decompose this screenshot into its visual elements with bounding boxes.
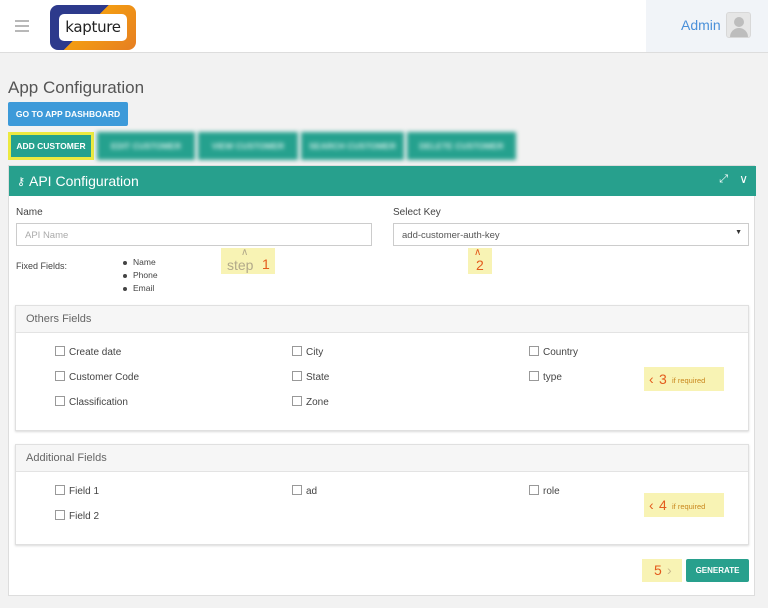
chevron-right-icon: ›	[667, 562, 672, 578]
panel-title: API Configuration	[29, 173, 139, 189]
select-key-dropdown[interactable]: add-customer-auth-key ▼	[393, 223, 749, 246]
expand-icon[interactable]: ⤢	[719, 173, 728, 186]
step-number: 5	[654, 562, 662, 578]
checkbox-classification[interactable]: Classification	[55, 396, 128, 408]
tab-add-customer[interactable]: ADD CUSTOMER	[8, 132, 94, 160]
step3-annotation: ‹ 3 if required	[644, 367, 724, 391]
checkbox-field-1[interactable]: Field 1	[55, 485, 99, 497]
step-word: step	[227, 257, 254, 273]
top-navbar: kapture Admin	[0, 0, 768, 53]
fixed-fields-label: Fixed Fields:	[16, 261, 68, 271]
select-key-value: add-customer-auth-key	[402, 230, 500, 241]
go-to-dashboard-button[interactable]: GO TO APP DASHBOARD	[8, 102, 128, 126]
checkbox-country[interactable]: Country	[529, 346, 578, 358]
checkbox-role[interactable]: role	[529, 485, 560, 497]
chevron-down-icon[interactable]: ∨	[739, 172, 748, 186]
avatar-icon[interactable]	[726, 12, 751, 38]
step-number: 3	[659, 371, 667, 387]
api-name-input[interactable]: API Name	[16, 223, 372, 246]
tab-delete-customer[interactable]: DELETE CUSTOMER	[407, 132, 516, 160]
panel-header: ⚷ API Configuration ⤢ ∨	[9, 166, 756, 196]
checkbox-zone[interactable]: Zone	[292, 396, 329, 408]
checkbox-field-2[interactable]: Field 2	[55, 510, 99, 522]
checkbox-city[interactable]: City	[292, 346, 323, 358]
others-fields-title: Others Fields	[16, 306, 748, 333]
list-item: Email	[121, 283, 158, 296]
additional-fields-title: Additional Fields	[16, 445, 748, 472]
user-menu[interactable]: Admin	[646, 0, 768, 52]
step-note: if required	[672, 376, 706, 385]
step-number: 1	[262, 256, 270, 272]
key-icon: ⚷	[17, 176, 26, 188]
tab-edit-customer[interactable]: EDIT CUSTOMER	[97, 132, 195, 160]
logo-text: kapture	[59, 14, 127, 41]
step2-annotation: ∧ 2	[468, 247, 492, 274]
chevron-left-icon: ‹	[649, 497, 654, 513]
page-title: App Configuration	[8, 78, 145, 97]
step-number: 4	[659, 497, 667, 513]
additional-fields-group: Additional Fields Field 1 ad role Field …	[15, 444, 749, 545]
step-note: if required	[672, 502, 706, 511]
generate-button[interactable]: GENERATE	[686, 559, 749, 582]
api-configuration-panel: ⚷ API Configuration ⤢ ∨ Name API Name Se…	[8, 165, 756, 596]
admin-label[interactable]: Admin	[681, 17, 721, 33]
checkbox-ad[interactable]: ad	[292, 485, 317, 497]
fixed-fields-list: Name Phone Email	[121, 257, 158, 296]
tab-search-customer[interactable]: SEARCH CUSTOMER	[301, 132, 404, 160]
chevron-left-icon: ‹	[649, 371, 654, 387]
checkbox-state[interactable]: State	[292, 371, 329, 383]
checkbox-customer-code[interactable]: Customer Code	[55, 371, 139, 383]
list-item: Phone	[121, 270, 158, 283]
step5-annotation: 5 ›	[642, 559, 682, 582]
tab-view-customer[interactable]: VIEW CUSTOMER	[198, 132, 298, 160]
dropdown-caret-icon: ▼	[735, 229, 742, 236]
select-key-label: Select Key	[393, 207, 441, 218]
step-number: 2	[476, 257, 484, 273]
list-item: Name	[121, 257, 158, 270]
checkbox-type[interactable]: type	[529, 371, 562, 383]
hamburger-menu-icon[interactable]	[15, 20, 29, 32]
others-fields-group: Others Fields Create date City Country C…	[15, 305, 749, 431]
name-label: Name	[16, 207, 43, 218]
step1-annotation: ∧ step 1	[221, 247, 275, 274]
kapture-logo[interactable]: kapture	[50, 5, 136, 50]
step4-annotation: ‹ 4 if required	[644, 493, 724, 517]
checkbox-create-date[interactable]: Create date	[55, 346, 121, 358]
